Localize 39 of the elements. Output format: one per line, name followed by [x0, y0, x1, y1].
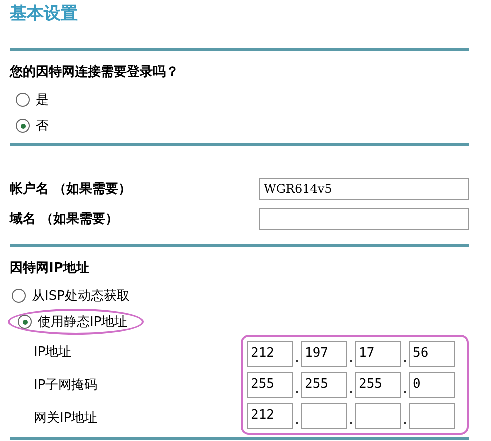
- dot-separator-icon: [350, 422, 352, 424]
- option-label: 否: [36, 118, 49, 135]
- ip-octet-field[interactable]: 255: [355, 372, 401, 398]
- page-title: 基本设置: [10, 3, 79, 26]
- ip-octet-field[interactable]: 255: [247, 372, 293, 398]
- section-heading: 因特网IP地址: [10, 260, 90, 277]
- dot-separator-icon: [404, 391, 406, 393]
- radio-button[interactable]: [12, 289, 26, 303]
- dot-separator-icon: [350, 360, 352, 362]
- option-label: 使用静态IP地址: [38, 314, 128, 331]
- input-field[interactable]: [259, 208, 469, 230]
- radio-button[interactable]: [16, 119, 30, 133]
- dot-separator-icon: [404, 422, 406, 424]
- dot-separator-icon: [350, 391, 352, 393]
- ip-octet-field[interactable]: 0: [409, 372, 455, 398]
- radio-button[interactable]: [18, 315, 32, 329]
- ip-octet-field[interactable]: [355, 403, 401, 429]
- ip-octet-field[interactable]: 197: [301, 341, 347, 367]
- ip-octet-field[interactable]: 255: [301, 372, 347, 398]
- dot-separator-icon: [296, 360, 298, 362]
- option-label: 从ISP处动态获取: [32, 288, 130, 305]
- ip-octet-field[interactable]: 56: [409, 341, 455, 367]
- field-label: 域名 （如果需要）: [10, 211, 119, 228]
- ip-octet-field[interactable]: [301, 403, 347, 429]
- dot-separator-icon: [296, 391, 298, 393]
- ip-octet-field[interactable]: [409, 403, 455, 429]
- field-label: 帐户名 （如果需要）: [10, 180, 132, 198]
- field-label: 网关IP地址: [33, 410, 99, 428]
- dot-separator-icon: [296, 422, 298, 424]
- ip-octet-field[interactable]: 17: [355, 341, 401, 367]
- question-label: 您的因特网连接需要登录吗？: [10, 64, 180, 81]
- input-field[interactable]: WGR614v5: [259, 178, 469, 200]
- field-label: IP地址: [33, 344, 73, 361]
- ip-octet-field[interactable]: 212: [247, 341, 293, 367]
- radio-button[interactable]: [16, 93, 30, 107]
- ip-octet-field[interactable]: 212: [247, 403, 293, 429]
- option-label: 是: [36, 92, 49, 109]
- dot-separator-icon: [404, 360, 406, 362]
- field-label: IP子网掩码: [33, 376, 99, 394]
